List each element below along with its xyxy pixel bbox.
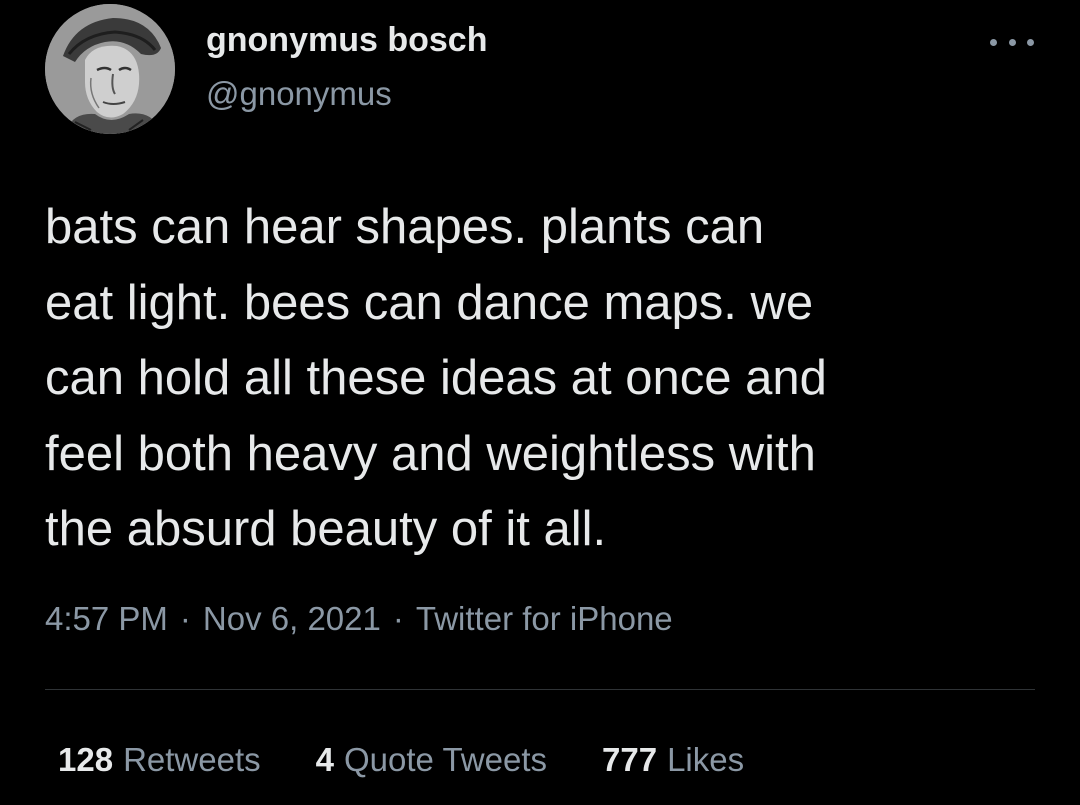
meta-separator: · [179, 600, 191, 637]
tweet-card: gnonymus bosch @gnonymus bats can hear s… [0, 0, 1080, 805]
author-display-name[interactable]: gnonymus bosch [206, 20, 487, 60]
portrait-icon [45, 4, 175, 134]
meta-separator: · [392, 600, 404, 637]
tweet-date[interactable]: Nov 6, 2021 [203, 600, 381, 637]
retweets-count: 128 [58, 741, 114, 778]
tweet-text: bats can hear shapes. plants can eat lig… [45, 190, 1055, 568]
ellipsis-icon [1027, 38, 1034, 46]
likes-stat[interactable]: 777 Likes [602, 739, 744, 781]
quote-tweets-count: 4 [315, 741, 334, 778]
retweets-label: Retweets [123, 741, 261, 778]
quote-tweets-stat[interactable]: 4 Quote Tweets [316, 739, 547, 781]
tweet-text-line: bats can hear shapes. plants can [45, 200, 765, 254]
tweet-text-line: eat light. bees can dance maps. we [45, 275, 814, 330]
quote-tweets-label: Quote Tweets [343, 741, 547, 778]
divider [45, 689, 1035, 690]
avatar[interactable] [45, 4, 175, 134]
more-options-button[interactable] [990, 30, 1034, 54]
author-handle[interactable]: @gnonymus [206, 74, 392, 114]
retweets-stat[interactable]: 128 Retweets [58, 739, 261, 781]
tweet-text-line: the absurd beauty of it all. [45, 502, 607, 556]
tweet-source[interactable]: Twitter for iPhone [416, 600, 673, 637]
tweet-text-line: feel both heavy and weightless with [45, 426, 816, 481]
ellipsis-icon [1008, 38, 1016, 46]
tweet-meta: 4:57 PM · Nov 6, 2021 · Twitter for iPhone [45, 598, 673, 640]
likes-label: Likes [667, 741, 745, 778]
tweet-text-line: can hold all these ideas at once and [45, 351, 827, 405]
ellipsis-icon [990, 38, 997, 46]
tweet-stats: 128 Retweets 4 Quote Tweets 777 Likes [58, 739, 799, 781]
tweet-time[interactable]: 4:57 PM [45, 600, 168, 637]
likes-count: 777 [602, 741, 658, 778]
